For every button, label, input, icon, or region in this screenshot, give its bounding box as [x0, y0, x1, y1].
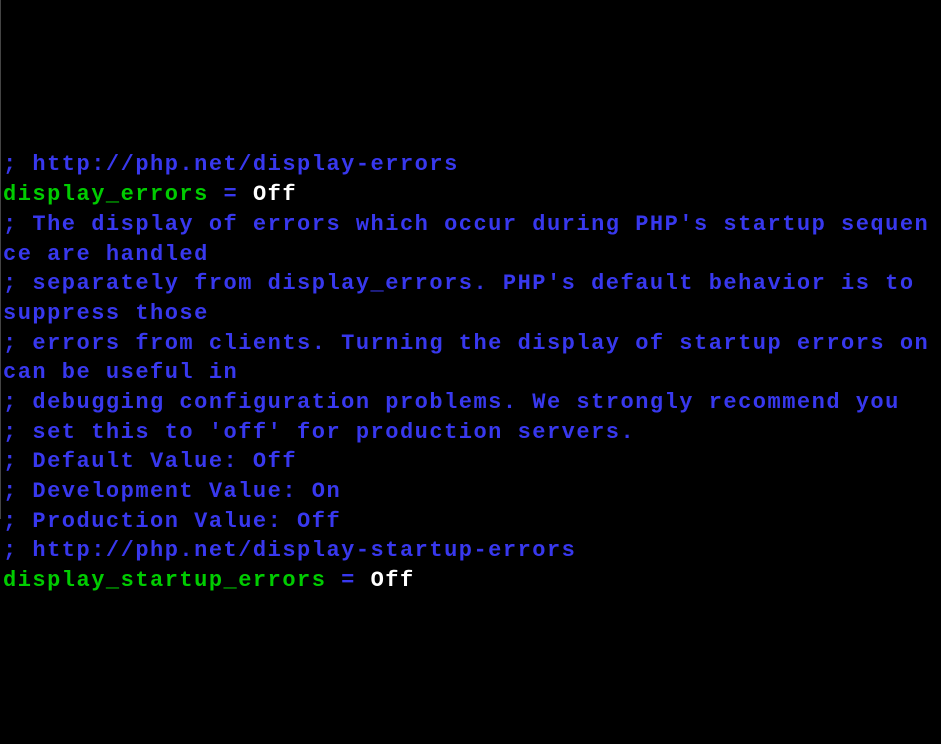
config-key-display-startup-errors: display_startup_errors: [3, 568, 326, 593]
config-comment: ; debugging configuration problems. We s…: [3, 388, 941, 418]
config-comment: ; The display of errors which occur duri…: [3, 210, 941, 269]
config-comment-url: ; http://php.net/display-startup-errors: [3, 536, 941, 566]
config-equals: =: [326, 568, 370, 593]
config-directive-line: display_startup_errors = Off: [3, 566, 941, 596]
config-key-display-errors: display_errors: [3, 182, 209, 207]
config-comment-development: ; Development Value: On: [3, 477, 941, 507]
config-comment-url: ; http://php.net/display-errors: [3, 150, 941, 180]
config-equals: =: [209, 182, 253, 207]
config-value-display-errors: Off: [253, 182, 297, 207]
config-directive-line: display_errors = Off: [3, 180, 941, 210]
config-comment: ; separately from display_errors. PHP's …: [3, 269, 941, 328]
config-comment: ; errors from clients. Turning the displ…: [3, 329, 941, 388]
config-comment-default: ; Default Value: Off: [3, 447, 941, 477]
config-comment-production: ; Production Value: Off: [3, 507, 941, 537]
config-value-display-startup-errors: Off: [371, 568, 415, 593]
config-comment: ; set this to 'off' for production serve…: [3, 418, 941, 448]
